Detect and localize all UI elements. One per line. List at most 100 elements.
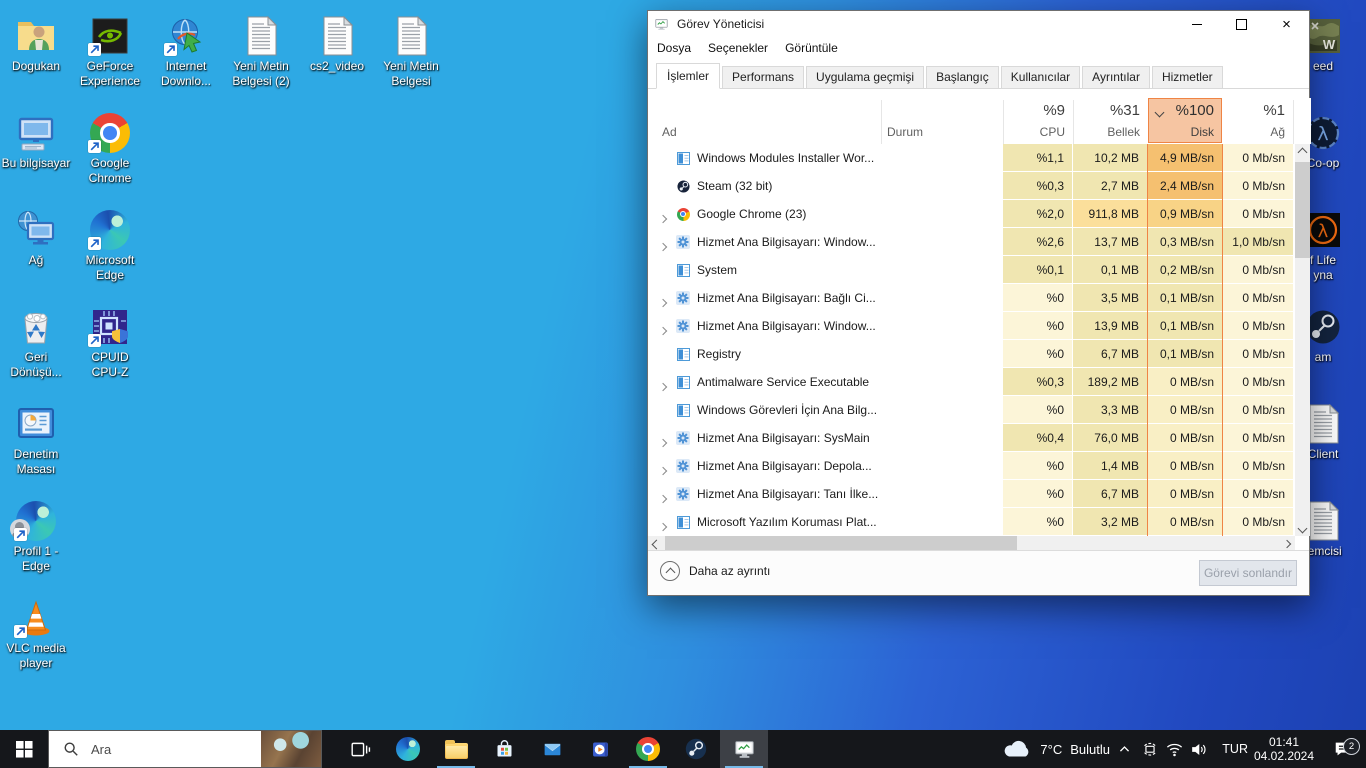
expand-chevron-icon[interactable] bbox=[658, 491, 668, 505]
tab-kullan-c-lar[interactable]: Kullanıcılar bbox=[1000, 66, 1081, 88]
column-cpu[interactable]: CPU bbox=[1003, 125, 1065, 139]
process-row[interactable]: Windows Görevleri İçin Ana Bilg... %0 3,3 … bbox=[648, 396, 1311, 424]
process-mem-value: 3,2 MB bbox=[1073, 508, 1147, 535]
process-row[interactable]: Hizmet Ana Bilgisayarı: Bağlı Ci... %0 3,5… bbox=[648, 284, 1311, 312]
process-name: Microsoft Yazılım Koruması Plat... bbox=[697, 515, 877, 529]
process-disk-value: 2,4 MB/sn bbox=[1148, 172, 1222, 199]
taskbar-file-explorer-button[interactable] bbox=[432, 730, 480, 768]
process-mem-value: 76,0 MB bbox=[1073, 424, 1147, 451]
process-row[interactable]: Hizmet Ana Bilgisayarı: Window... %0 13,9 … bbox=[648, 312, 1311, 340]
process-row[interactable]: Hizmet Ana Bilgisayarı: Window... %2,6 13,… bbox=[648, 228, 1311, 256]
expand-chevron-icon[interactable] bbox=[658, 463, 668, 477]
taskbar-store-button[interactable] bbox=[480, 730, 528, 768]
close-button[interactable]: × bbox=[1264, 11, 1309, 37]
column-header: Ad Durum %9 CPU %31 Bellek %100 Disk %1 … bbox=[648, 98, 1311, 144]
process-row[interactable]: System %0,1 0,1 MB 0,2 MB/sn 0 Mb/sn bbox=[648, 256, 1311, 284]
column-memory[interactable]: Bellek bbox=[1073, 125, 1140, 139]
process-row[interactable]: Registry %0 6,7 MB 0,1 MB/sn 0 Mb/sn bbox=[648, 340, 1311, 368]
process-cpu-value: %0,1 bbox=[1003, 256, 1072, 283]
process-disk-value: 0,1 MB/sn bbox=[1148, 284, 1222, 311]
process-icon-gear bbox=[676, 235, 690, 249]
hidden-icons-button[interactable] bbox=[1114, 730, 1134, 768]
weather-temp: 7°C bbox=[1040, 741, 1063, 757]
process-row[interactable]: Steam (32 bit) %0,3 2,7 MB 2,4 MB/sn 0 Mb/sn bbox=[648, 172, 1311, 200]
fewer-details-toggle[interactable]: Daha az ayrıntı bbox=[660, 561, 770, 581]
tab-hizmetler[interactable]: Hizmetler bbox=[1151, 66, 1223, 88]
process-row[interactable]: Microsoft Yazılım Koruması Plat... %0 3,2 … bbox=[648, 508, 1311, 536]
language-indicator[interactable]: TUR bbox=[1222, 730, 1248, 768]
tab-uygulama-ge-mi-i[interactable]: Uygulama geçmişi bbox=[806, 66, 925, 88]
taskbar-mail-button[interactable] bbox=[528, 730, 576, 768]
menu-g-r-nt-le[interactable]: Görüntüle bbox=[785, 41, 838, 55]
start-button[interactable] bbox=[0, 730, 48, 768]
menu-dosya[interactable]: Dosya bbox=[657, 41, 691, 55]
taskbar-chrome-button[interactable] bbox=[624, 730, 672, 768]
process-net-value: 0 Mb/sn bbox=[1223, 284, 1293, 311]
maximize-button[interactable] bbox=[1219, 11, 1264, 37]
taskbar-steam-button[interactable] bbox=[672, 730, 720, 768]
process-mem-value: 3,5 MB bbox=[1073, 284, 1147, 311]
process-name: Antimalware Service Executable bbox=[697, 375, 870, 389]
column-disk[interactable]: Disk bbox=[1148, 125, 1214, 139]
process-cpu-value: %0 bbox=[1003, 340, 1072, 367]
process-mem-value: 13,9 MB bbox=[1073, 312, 1147, 339]
process-disk-value: 0 MB/sn bbox=[1148, 424, 1222, 451]
column-divider[interactable] bbox=[881, 100, 882, 144]
process-row[interactable]: Windows Modules Installer Wor... %1,1 10,2… bbox=[648, 144, 1311, 172]
expand-chevron-icon[interactable] bbox=[658, 519, 668, 533]
process-net-value: 0 Mb/sn bbox=[1223, 508, 1293, 535]
process-disk-value: 0 MB/sn bbox=[1148, 452, 1222, 479]
volume-tray-button[interactable] bbox=[1188, 730, 1208, 768]
taskbar-movies-tv-button[interactable] bbox=[576, 730, 624, 768]
minimize-button[interactable] bbox=[1174, 11, 1219, 37]
process-icon-winapp bbox=[676, 347, 690, 361]
expand-chevron-icon[interactable] bbox=[658, 435, 668, 449]
tab-ba-lang[interactable]: Başlangıç bbox=[926, 66, 999, 88]
process-name: Hizmet Ana Bilgisayarı: Window... bbox=[697, 319, 876, 333]
expand-chevron-icon[interactable] bbox=[658, 295, 668, 309]
action-center-button[interactable]: 2 bbox=[1330, 730, 1360, 768]
process-row[interactable]: Google Chrome (23) %2,0 911,8 MB 0,9 MB/sn 0… bbox=[648, 200, 1311, 228]
column-status[interactable]: Durum bbox=[887, 125, 923, 139]
search-box[interactable]: Ara bbox=[48, 730, 322, 768]
process-mem-value: 1,4 MB bbox=[1073, 452, 1147, 479]
taskbar-apps bbox=[336, 730, 768, 768]
process-row[interactable]: Hizmet Ana Bilgisayarı: Depola... %0 1,4 M… bbox=[648, 452, 1311, 480]
clock[interactable]: 01:41 04.02.2024 bbox=[1250, 730, 1318, 768]
search-placeholder: Ara bbox=[91, 741, 112, 757]
expand-chevron-icon[interactable] bbox=[658, 323, 668, 337]
column-name[interactable]: Ad bbox=[662, 125, 677, 139]
process-row[interactable]: Antimalware Service Executable %0,3 189,2 … bbox=[648, 368, 1311, 396]
taskbar-task-manager-button[interactable] bbox=[720, 730, 768, 768]
vertical-scrollbar[interactable] bbox=[1295, 144, 1310, 536]
taskbar-edge-button[interactable] bbox=[384, 730, 432, 768]
column-divider[interactable] bbox=[1293, 100, 1294, 144]
process-cpu-value: %0 bbox=[1003, 312, 1072, 339]
scroll-down-button[interactable] bbox=[1295, 520, 1310, 536]
weather-widget[interactable]: 7°C Bulutlu bbox=[1003, 730, 1110, 768]
process-row[interactable]: Hizmet Ana Bilgisayarı: SysMain %0,4 76,0 … bbox=[648, 424, 1311, 452]
expand-chevron-icon[interactable] bbox=[658, 379, 668, 393]
expand-chevron-icon[interactable] bbox=[658, 239, 668, 253]
close-icon: × bbox=[1282, 15, 1291, 33]
end-task-button[interactable]: Görevi sonlandır bbox=[1199, 560, 1297, 586]
tab-performans[interactable]: Performans bbox=[722, 66, 805, 88]
vertical-scroll-thumb[interactable] bbox=[1295, 162, 1310, 258]
process-row[interactable]: Hizmet Ana Bilgisayarı: Tanı İlke... %0 6,… bbox=[648, 480, 1311, 508]
action-center-icon: 2 bbox=[1333, 738, 1360, 759]
network-tray-button[interactable] bbox=[1164, 730, 1184, 768]
expand-chevron-icon[interactable] bbox=[658, 211, 668, 225]
menu-se-enekler[interactable]: Seçenekler bbox=[708, 41, 768, 55]
tab-ayr-nt-lar[interactable]: Ayrıntılar bbox=[1082, 66, 1150, 88]
taskbar-task-view-button[interactable] bbox=[336, 730, 384, 768]
chevron-right-icon bbox=[1282, 539, 1292, 549]
date: 04.02.2024 bbox=[1253, 749, 1315, 763]
search-highlight-image[interactable] bbox=[261, 731, 321, 767]
process-name: Hizmet Ana Bilgisayarı: Bağlı Ci... bbox=[697, 291, 876, 305]
svg-text:W: W bbox=[1323, 37, 1336, 52]
scroll-up-button[interactable] bbox=[1295, 144, 1310, 160]
process-icon-steam bbox=[676, 179, 690, 193]
tab-i-lemler[interactable]: İşlemler bbox=[656, 63, 721, 89]
column-network[interactable]: Ağ bbox=[1223, 125, 1285, 139]
update-tray-icon[interactable] bbox=[1140, 730, 1160, 768]
